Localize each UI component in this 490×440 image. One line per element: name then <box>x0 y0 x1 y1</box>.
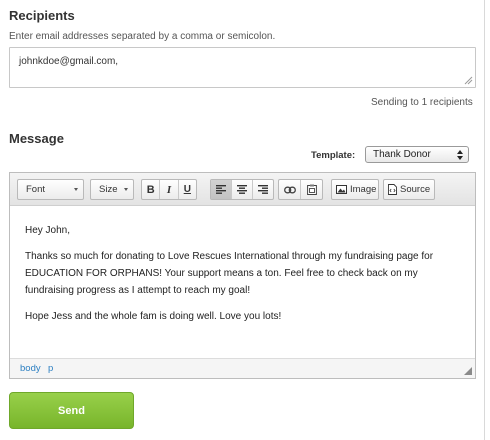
body-line-3: fundraising progress as I attempt to rea… <box>25 285 251 296</box>
bold-button[interactable]: B <box>142 180 161 199</box>
underline-button[interactable]: U <box>179 180 196 199</box>
font-dropdown-label: Font <box>26 184 46 195</box>
unlink-button[interactable] <box>301 180 322 199</box>
path-body[interactable]: body <box>20 363 41 374</box>
size-caret-icon <box>124 188 128 191</box>
paste-icon <box>306 184 317 195</box>
link-icon <box>283 186 296 193</box>
align-center-button[interactable] <box>232 180 253 199</box>
link-button[interactable] <box>279 180 301 199</box>
editor-resize-icon[interactable] <box>464 367 472 375</box>
message-title: Message <box>9 131 64 146</box>
select-arrows-icon <box>457 150 463 160</box>
font-dropdown[interactable]: Font <box>17 179 84 200</box>
editor-statusbar: body p <box>10 358 475 378</box>
source-code-icon <box>388 184 397 195</box>
sending-count: Sending to 1 recipients <box>371 97 473 108</box>
editor-toolbar: Font Size B I U Image Source <box>10 173 475 206</box>
template-select[interactable]: Thank Donor <box>365 146 469 163</box>
body-line-1: Thanks so much for donating to Love Resc… <box>25 251 434 262</box>
body-line-4: Hope Jess and the whole fam is doing wel… <box>25 311 282 322</box>
align-left-icon <box>216 185 226 194</box>
path-p[interactable]: p <box>48 363 53 374</box>
recipients-hint: Enter email addresses separated by a com… <box>9 31 276 42</box>
insert-group <box>278 179 323 200</box>
recipients-value: johnkdoe@gmail.com, <box>19 56 119 67</box>
greeting-line: Hey John, <box>25 225 71 236</box>
size-dropdown[interactable]: Size <box>90 179 134 200</box>
recipients-input[interactable]: johnkdoe@gmail.com, <box>9 47 476 88</box>
image-icon <box>336 185 347 194</box>
source-button[interactable]: Source <box>383 179 435 200</box>
template-label: Template: <box>311 150 356 161</box>
align-right-icon <box>258 185 268 194</box>
resize-grip-icon[interactable] <box>463 75 473 85</box>
send-button[interactable]: Send <box>9 392 134 429</box>
size-dropdown-label: Size <box>99 184 118 195</box>
body-line-2: EDUCATION FOR ORPHANS! Your support mean… <box>25 268 418 279</box>
italic-button[interactable]: I <box>160 180 179 199</box>
page-divider <box>484 0 485 440</box>
source-button-label: Source <box>400 184 431 195</box>
align-left-button[interactable] <box>211 180 232 199</box>
recipients-title: Recipients <box>9 8 75 23</box>
align-center-icon <box>237 185 247 194</box>
align-right-button[interactable] <box>253 180 273 199</box>
message-editor: Font Size B I U Image Source Hey John, T… <box>9 172 476 379</box>
image-button[interactable]: Image <box>331 179 379 200</box>
image-button-label: Image <box>350 184 377 195</box>
font-caret-icon <box>74 188 78 191</box>
format-group: B I U <box>141 179 197 200</box>
editor-content[interactable]: Hey John, Thanks so much for donating to… <box>25 222 470 325</box>
template-selected-value: Thank Donor <box>373 149 431 160</box>
align-group <box>210 179 274 200</box>
